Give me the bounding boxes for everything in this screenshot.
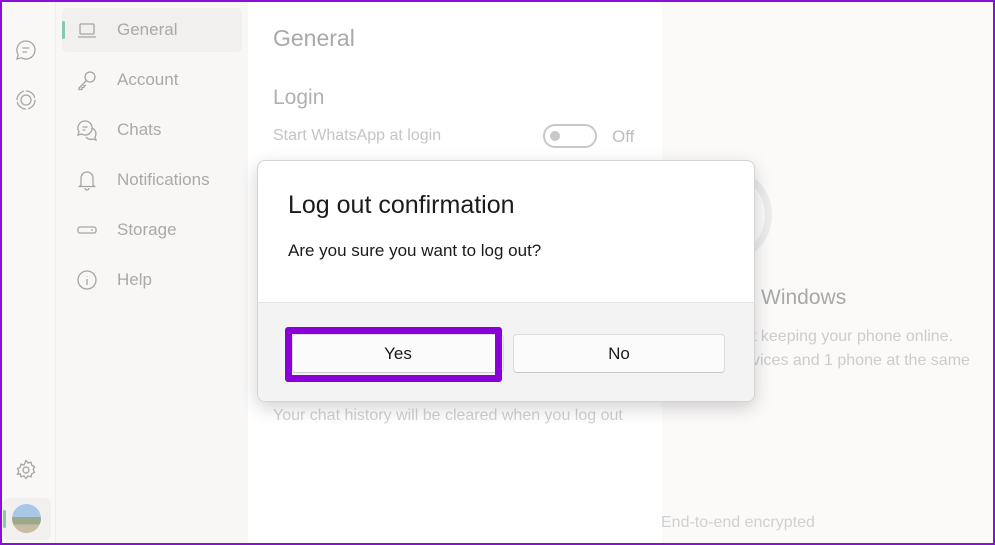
settings-nav: General Account Chats Notifications Stor…: [55, 0, 248, 545]
nav-item-label: Help: [117, 270, 152, 289]
toggle-state: Off: [612, 127, 635, 146]
chats-icon[interactable]: [14, 38, 38, 62]
nav-item-storage[interactable]: Storage: [62, 208, 242, 252]
dialog-title: Log out confirmation: [288, 191, 515, 219]
nav-item-label: Chats: [117, 120, 162, 139]
start-at-login-label: Start WhatsApp at login: [273, 127, 442, 144]
intro-heading: Windows: [761, 286, 847, 309]
nav-item-account[interactable]: Account: [62, 58, 242, 102]
nav-item-general[interactable]: General: [62, 8, 242, 52]
storage-icon: [77, 226, 97, 234]
profile-button[interactable]: [3, 498, 51, 540]
intro-line: vices and 1 phone at the same: [752, 352, 970, 369]
yes-button[interactable]: Yes: [292, 334, 504, 373]
active-indicator: [62, 21, 65, 39]
nav-item-chats[interactable]: Chats: [62, 108, 242, 152]
chats-icon: [77, 120, 98, 141]
bell-icon: [77, 171, 97, 191]
nav-item-label: Storage: [117, 220, 177, 239]
active-indicator: [3, 510, 6, 528]
left-rail: [0, 0, 55, 545]
nav-item-notifications[interactable]: Notifications: [62, 158, 242, 202]
dialog-message: Are you sure you want to log out?: [288, 241, 542, 260]
start-at-login-toggle[interactable]: [543, 124, 597, 148]
nav-item-help[interactable]: Help: [62, 258, 242, 302]
history-note: Your chat history will be cleared when y…: [273, 407, 623, 424]
nav-item-label: General: [117, 20, 178, 39]
encryption-note: End-to-end encrypted: [661, 514, 815, 531]
laptop-icon: [78, 23, 96, 38]
section-title: Login: [273, 86, 325, 109]
status-icon[interactable]: [14, 88, 38, 112]
no-button[interactable]: No: [513, 334, 725, 373]
nav-item-label: Notifications: [117, 170, 210, 189]
logout-dialog: Log out confirmation Are you sure you wa…: [257, 160, 755, 402]
intro-line: t keeping your phone online.: [752, 328, 954, 345]
nav-item-label: Account: [117, 70, 179, 89]
page-title: General: [273, 25, 355, 51]
info-icon: [77, 270, 97, 290]
settings-icon[interactable]: [14, 458, 38, 482]
dialog-footer: Yes No: [258, 302, 754, 401]
avatar: [12, 504, 41, 533]
key-icon: [78, 71, 96, 91]
